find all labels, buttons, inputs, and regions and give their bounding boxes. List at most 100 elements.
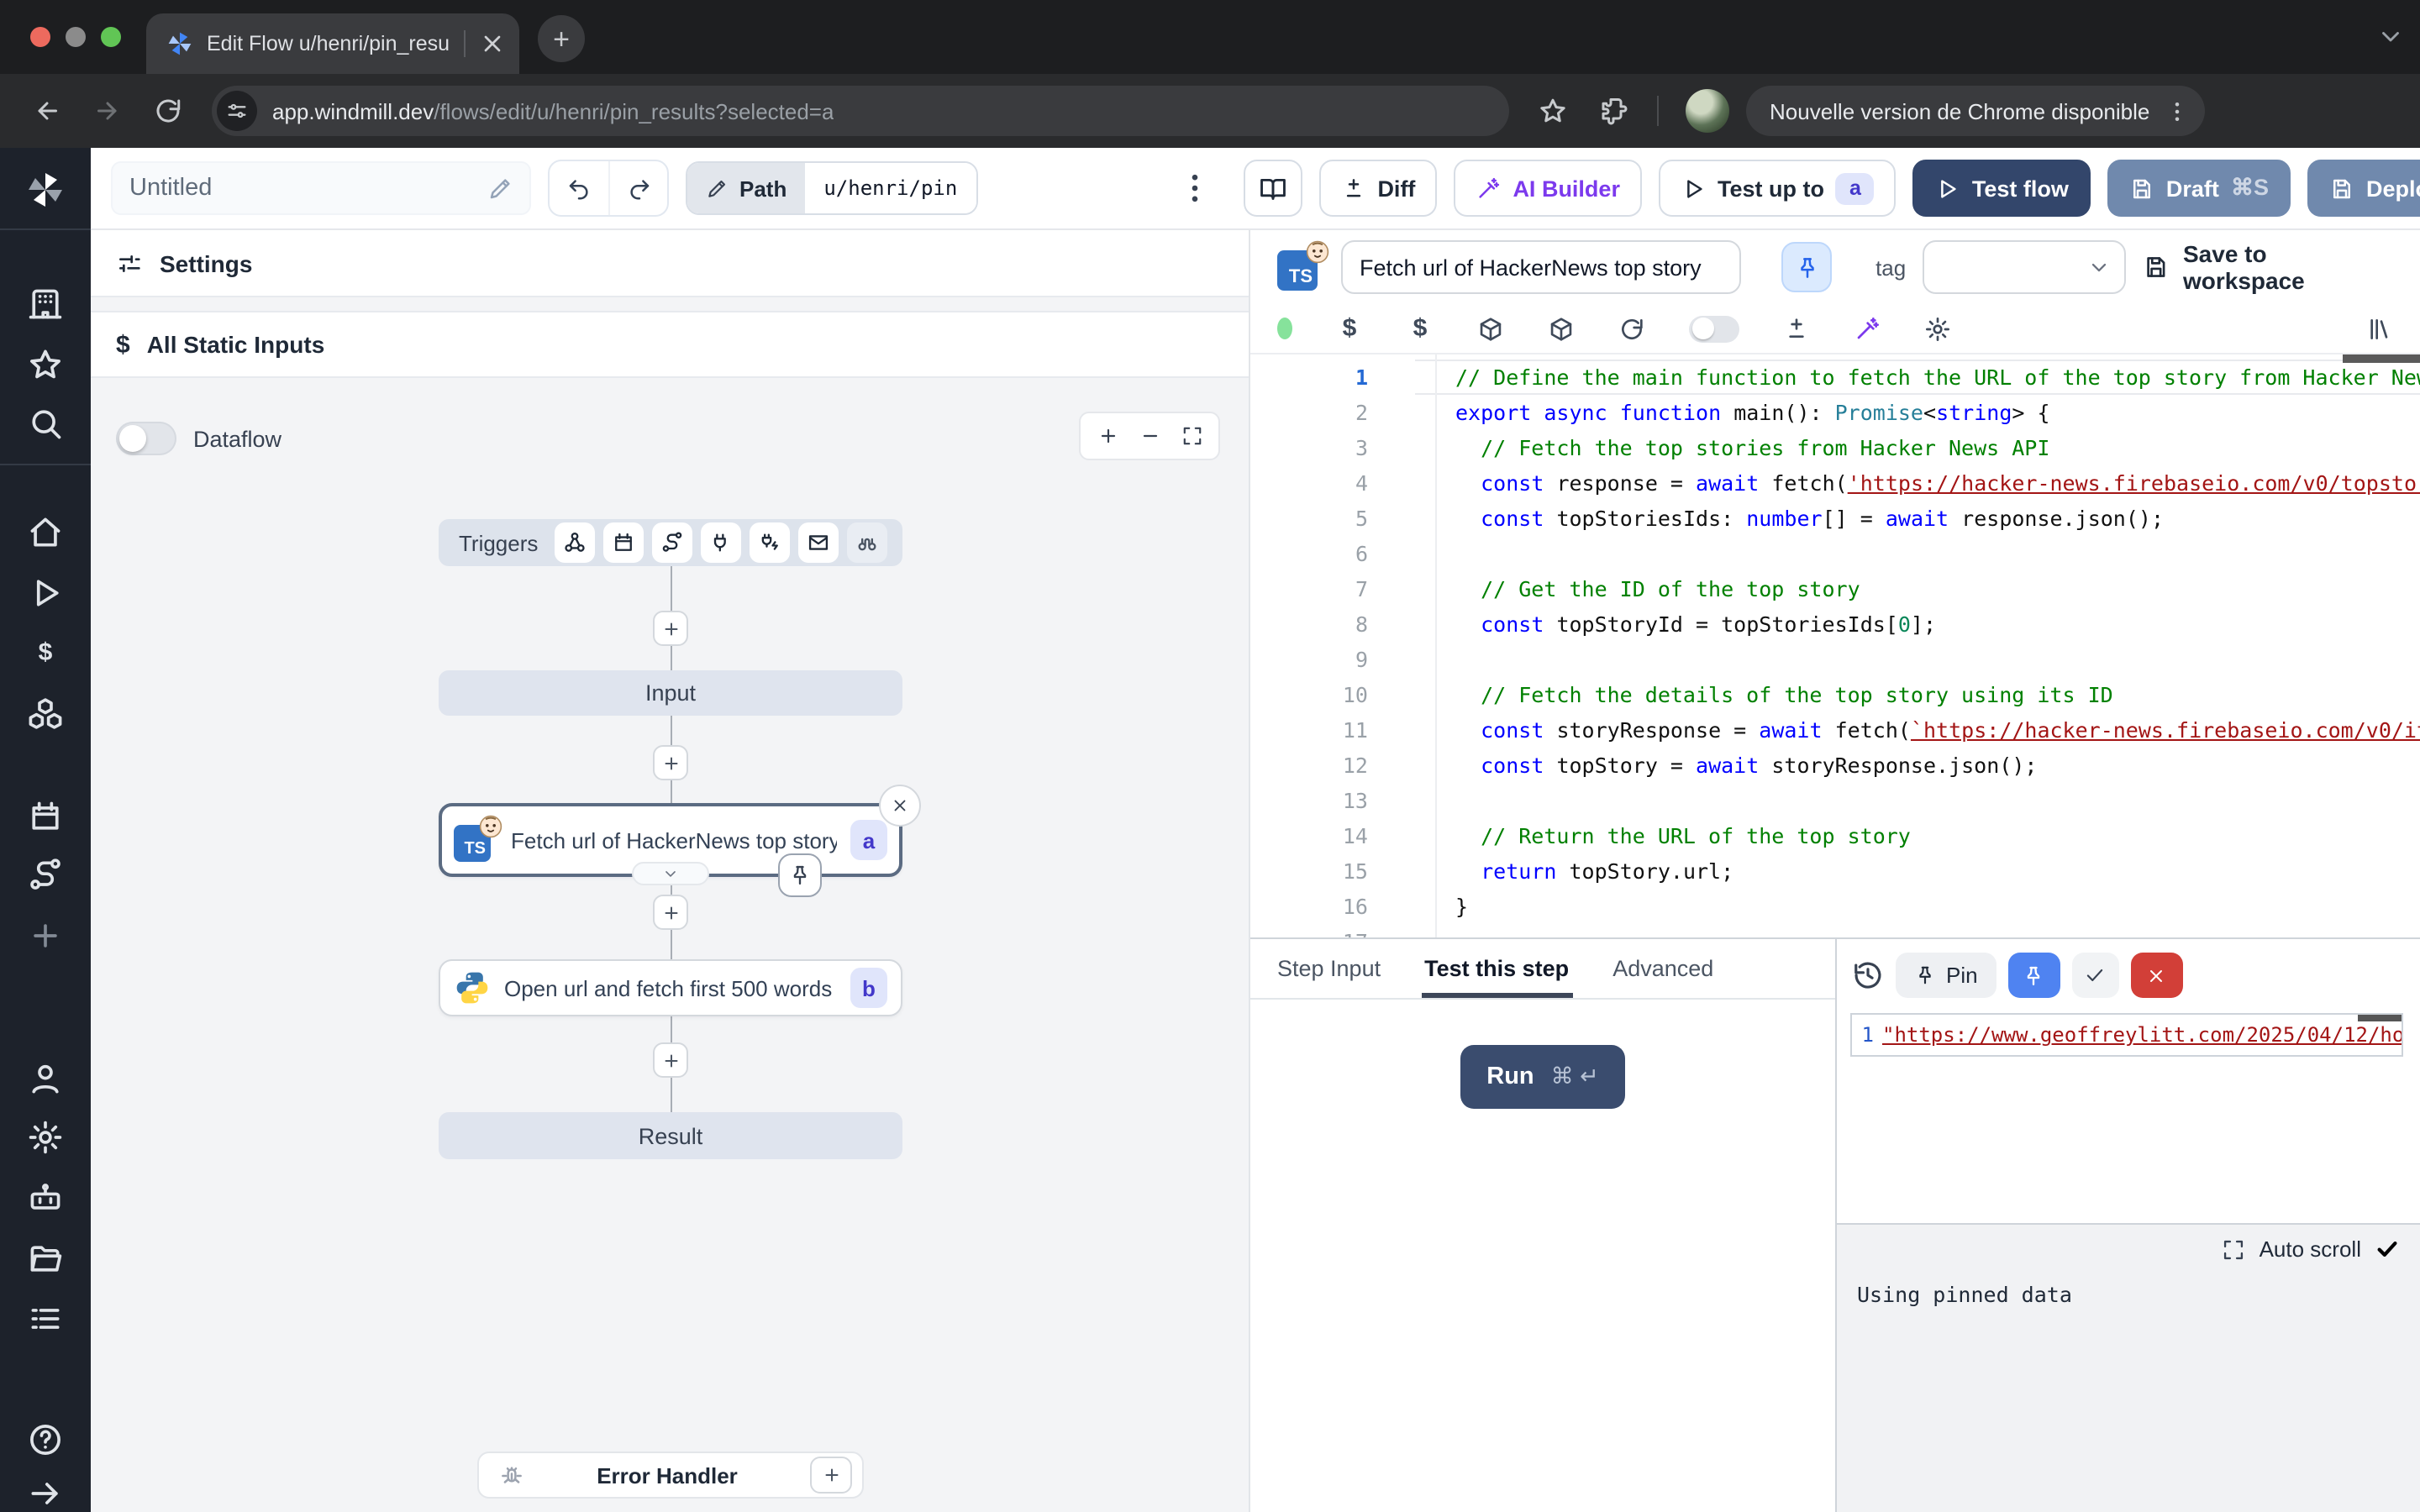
pinned-result-editor[interactable]: 1 "https://www.geoffreylitt.com/2025/04/…: [1850, 1013, 2403, 1057]
settings-row[interactable]: Settings: [91, 230, 1249, 297]
code-line[interactable]: 7 // Get the ID of the top story: [1250, 571, 2420, 606]
code-line[interactable]: 2export async function main(): Promise<s…: [1250, 395, 2420, 430]
error-handler-node[interactable]: Error Handler: [477, 1452, 864, 1499]
pin-active-button[interactable]: [2008, 953, 2060, 998]
flow-canvas[interactable]: Dataflow Triggers: [91, 378, 1249, 1512]
code-line[interactable]: 9: [1250, 642, 2420, 677]
pinned-step-icon[interactable]: [778, 853, 822, 897]
step-title-input[interactable]: Fetch url of HackerNews top story: [1341, 240, 1742, 294]
chrome-update-button[interactable]: Nouvelle version de Chrome disponible: [1746, 86, 2205, 136]
more-options-icon[interactable]: [1176, 170, 1213, 207]
sidebar-folder-icon[interactable]: [27, 1240, 64, 1277]
insert-step-button[interactable]: [653, 895, 688, 930]
sidebar-route-icon[interactable]: [27, 857, 64, 894]
package-icon[interactable]: [1548, 315, 1575, 342]
add-error-handler-button[interactable]: [810, 1457, 852, 1494]
sidebar-robot-icon[interactable]: [27, 1179, 64, 1216]
code-line[interactable]: 6: [1250, 536, 2420, 571]
all-static-inputs-row[interactable]: $ All Static Inputs: [91, 311, 1249, 378]
toggle-icon[interactable]: [1689, 315, 1739, 342]
run-button[interactable]: Run ⌘ ↵: [1460, 1045, 1626, 1109]
library-icon[interactable]: [2366, 315, 2393, 342]
test-flow-button[interactable]: Test flow: [1913, 160, 2091, 217]
ai-builder-button[interactable]: AI Builder: [1454, 160, 1642, 217]
sidebar-star-icon[interactable]: [27, 346, 64, 383]
remove-step-button[interactable]: [879, 785, 921, 827]
code-line[interactable]: 10 // Fetch the details of the top story…: [1250, 677, 2420, 712]
draft-button[interactable]: Draft ⌘S: [2107, 160, 2291, 217]
code-line[interactable]: 12 const topStory = await storyResponse.…: [1250, 748, 2420, 783]
reload-icon[interactable]: [153, 96, 183, 126]
pin-chip-button[interactable]: Pin: [1896, 953, 1996, 998]
accept-button[interactable]: [2072, 953, 2119, 998]
trigger-calendar-button[interactable]: [603, 522, 644, 563]
expand-icon[interactable]: [2223, 1237, 2246, 1261]
code-line[interactable]: 11 const storyResponse = await fetch(`ht…: [1250, 712, 2420, 748]
insert-step-button[interactable]: [653, 745, 688, 780]
windmill-logo-icon[interactable]: [25, 170, 66, 210]
close-result-button[interactable]: [2131, 953, 2183, 998]
code-line[interactable]: 4 const response = await fetch('https://…: [1250, 465, 2420, 501]
sidebar-search-icon[interactable]: [27, 405, 64, 442]
sidebar-person-icon[interactable]: [27, 1060, 64, 1097]
window-zoom-button[interactable]: [101, 27, 121, 47]
insert-step-button[interactable]: [653, 611, 688, 646]
site-info-icon[interactable]: [217, 91, 257, 131]
path-button[interactable]: Path u/henri/pin: [686, 161, 977, 215]
sidebar-dollar-icon[interactable]: $: [27, 633, 64, 670]
sidebar-calendar-icon[interactable]: [27, 798, 64, 835]
code-line[interactable]: 16}: [1250, 889, 2420, 924]
sidebar-arrow-right-icon[interactable]: [27, 1475, 64, 1512]
edit-pencil-icon[interactable]: [487, 176, 513, 201]
sidebar-question-icon[interactable]: [27, 1421, 64, 1458]
code-line[interactable]: 15 return topStory.url;: [1250, 853, 2420, 889]
deploy-button[interactable]: Deploy: [2307, 160, 2420, 217]
tab-test-this-step[interactable]: Test this step: [1424, 939, 1569, 998]
window-minimize-button[interactable]: [66, 27, 86, 47]
dollar-icon[interactable]: $: [1336, 315, 1363, 342]
tag-select[interactable]: [1923, 240, 2126, 294]
code-line[interactable]: 17: [1250, 924, 2420, 937]
code-editor[interactable]: 1// Define the main function to fetch th…: [1250, 354, 2420, 937]
code-line[interactable]: 13: [1250, 783, 2420, 818]
flow-name-input[interactable]: Untitled: [111, 161, 531, 215]
dataflow-toggle[interactable]: [116, 422, 176, 455]
redo-button[interactable]: [608, 161, 667, 215]
tab-close-icon[interactable]: [479, 30, 506, 57]
bookmark-star-icon[interactable]: [1538, 96, 1568, 126]
expand-step-chevron[interactable]: [632, 862, 709, 885]
code-line[interactable]: 1// Define the main function to fetch th…: [1250, 360, 2420, 395]
extensions-icon[interactable]: [1598, 96, 1628, 126]
back-icon[interactable]: [32, 96, 62, 126]
test-up-to-badge[interactable]: a: [1836, 172, 1875, 204]
browser-tab[interactable]: Edit Flow u/henri/pin_results: [146, 13, 519, 74]
sidebar-plus-icon[interactable]: [27, 917, 64, 954]
auto-scroll-control[interactable]: Auto scroll: [1857, 1236, 2400, 1262]
pin-step-button[interactable]: [1782, 242, 1833, 292]
sidebar-cubes-icon[interactable]: [27, 696, 64, 732]
trigger-mail-button[interactable]: [798, 522, 839, 563]
zoom-out-button[interactable]: [1131, 417, 1168, 454]
sidebar-building-icon[interactable]: [27, 286, 64, 323]
undo-button[interactable]: [550, 161, 608, 215]
code-line[interactable]: 3 // Fetch the top stories from Hacker N…: [1250, 430, 2420, 465]
forward-icon[interactable]: [92, 96, 123, 126]
check-icon[interactable]: [2375, 1236, 2400, 1262]
plus-minus-icon[interactable]: [1783, 315, 1810, 342]
code-line[interactable]: 5 const topStoriesIds: number[] = await …: [1250, 501, 2420, 536]
avatar[interactable]: [1686, 89, 1729, 133]
tab-advanced[interactable]: Advanced: [1612, 939, 1713, 998]
code-line[interactable]: 14 // Return the URL of the top story: [1250, 818, 2420, 853]
gear-icon[interactable]: [1924, 315, 1951, 342]
trigger-plug-button[interactable]: [701, 522, 741, 563]
package-icon[interactable]: [1477, 315, 1504, 342]
save-to-workspace-button[interactable]: Save to workspace: [2143, 240, 2393, 294]
docs-button[interactable]: [1243, 160, 1302, 217]
refresh-icon[interactable]: [1618, 315, 1645, 342]
code-line[interactable]: 8 const topStoryId = topStoriesIds[0];: [1250, 606, 2420, 642]
new-tab-button[interactable]: +: [538, 15, 585, 62]
diff-button[interactable]: Diff: [1318, 160, 1437, 217]
address-bar[interactable]: app.windmill.dev/flows/edit/u/henri/pin_…: [212, 86, 1509, 136]
window-close-button[interactable]: [30, 27, 50, 47]
editor-scrollbar[interactable]: [2343, 354, 2420, 363]
